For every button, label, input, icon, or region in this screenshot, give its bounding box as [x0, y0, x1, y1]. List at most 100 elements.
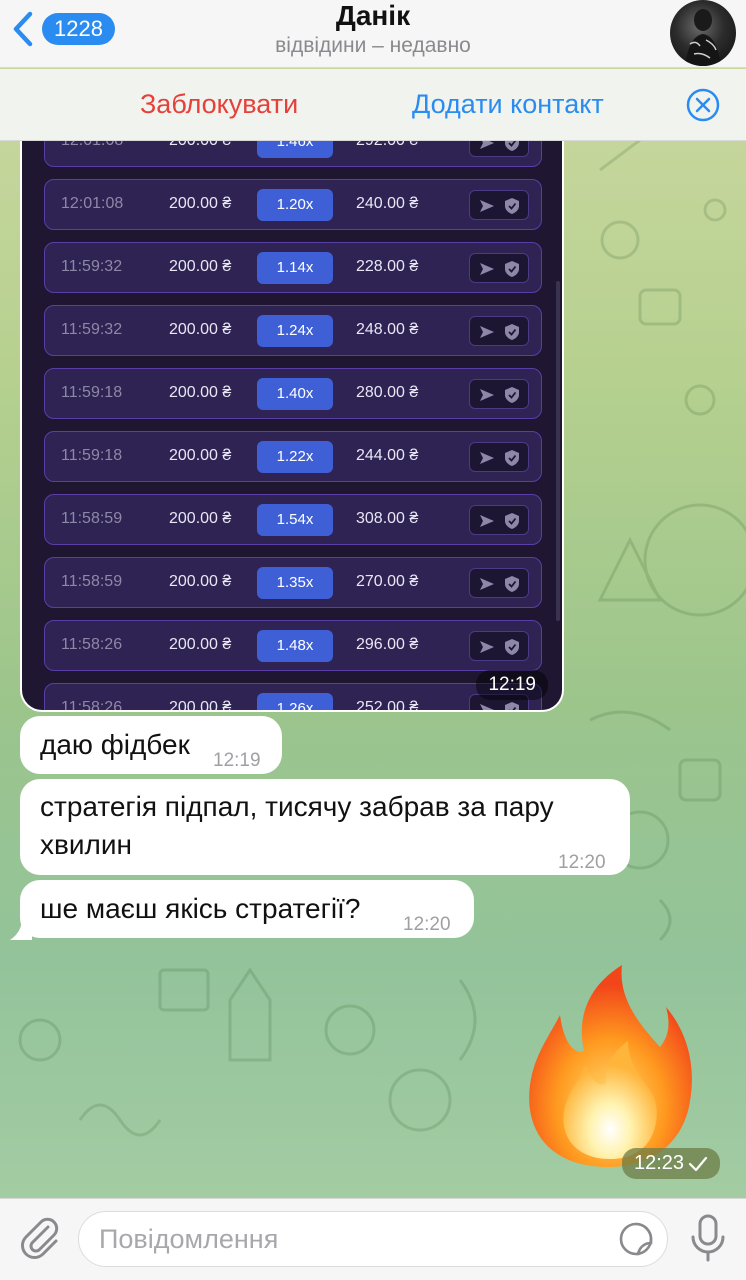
contact-action-bar: Заблокувати Додати контакт: [0, 69, 746, 141]
bet-amount: 200.00 ₴: [169, 195, 232, 212]
shield-icon: [505, 198, 519, 214]
sticker-icon[interactable]: [618, 1221, 654, 1257]
win-amount: 270.00 ₴: [356, 573, 419, 590]
bet-history-row: 12:01:08 200.00 ₴ 1.20x 240.00 ₴: [44, 179, 542, 230]
message-bubble[interactable]: даю фідбек 12:19: [20, 716, 282, 774]
share-arrow-icon: [480, 389, 494, 401]
bet-history-row: 11:59:18 200.00 ₴ 1.22x 244.00 ₴: [44, 431, 542, 482]
contact-status: відвідини – недавно: [275, 34, 471, 57]
bet-multiplier: 1.22x: [257, 441, 333, 473]
win-amount: 308.00 ₴: [356, 510, 419, 527]
bet-amount: 200.00 ₴: [169, 258, 232, 275]
share-arrow-icon: [480, 578, 494, 590]
bet-history-row: 12:01:08 200.00 ₴ 1.46x 292.00 ₴: [44, 141, 542, 167]
bet-amount: 200.00 ₴: [169, 321, 232, 338]
bet-multiplier: 1.40x: [257, 378, 333, 410]
row-actions: [469, 316, 529, 346]
shield-icon: [505, 387, 519, 403]
message-time: 12:19: [213, 750, 261, 771]
bet-time: 12:01:08: [61, 195, 124, 212]
win-amount: 292.00 ₴: [356, 141, 418, 150]
microphone-icon[interactable]: [688, 1213, 728, 1263]
message-text: даю фідбек: [40, 729, 190, 760]
bet-time: 11:59:18: [61, 447, 123, 464]
shield-icon: [505, 639, 519, 655]
share-arrow-icon: [480, 326, 494, 338]
share-arrow-icon: [480, 515, 494, 527]
message-time: 12:23: [634, 1152, 685, 1174]
bet-multiplier: 1.54x: [257, 504, 333, 536]
win-amount: 280.00 ₴: [356, 384, 419, 401]
bet-time: 12:01:08: [61, 141, 123, 150]
share-arrow-icon: [480, 200, 494, 212]
shield-icon: [505, 702, 519, 710]
block-button[interactable]: Заблокувати: [140, 89, 298, 120]
row-actions: [469, 631, 529, 661]
row-actions: [469, 568, 529, 598]
share-arrow-icon: [480, 141, 494, 149]
chat-header: 1228 Данік відвідини – недавно: [0, 0, 746, 68]
shield-icon: [505, 324, 519, 340]
bet-history-row: 11:58:59 200.00 ₴ 1.54x 308.00 ₴: [44, 494, 542, 545]
shield-icon: [505, 513, 519, 529]
bet-multiplier: 1.35x: [257, 567, 333, 599]
share-arrow-icon: [480, 704, 494, 710]
message-time: 12:20: [403, 914, 451, 935]
bet-multiplier: 1.46x: [257, 141, 333, 158]
row-actions: [469, 442, 529, 472]
win-amount: 252.00 ₴: [356, 699, 419, 712]
bet-time: 11:59:32: [61, 258, 123, 275]
row-actions: [469, 253, 529, 283]
image-message[interactable]: 12:01:08 200.00 ₴ 1.46x 292.00 ₴ 12:01:08 200…: [20, 141, 564, 712]
bet-amount: 200.00 ₴: [169, 141, 231, 150]
bet-history-row: 11:59:32 200.00 ₴ 1.14x 228.00 ₴: [44, 242, 542, 293]
message-input[interactable]: [78, 1211, 668, 1267]
row-actions: [469, 141, 529, 157]
win-amount: 228.00 ₴: [356, 258, 419, 275]
row-actions: [469, 505, 529, 535]
bet-amount: 200.00 ₴: [169, 699, 232, 712]
bet-history-row: 11:58:26 200.00 ₴ 1.26x 252.00 ₴: [44, 683, 542, 712]
bet-time: 11:58:26: [61, 699, 123, 712]
scrollbar: [556, 281, 560, 621]
bet-multiplier: 1.14x: [257, 252, 333, 284]
bet-amount: 200.00 ₴: [169, 510, 232, 527]
share-arrow-icon: [480, 263, 494, 275]
win-amount: 296.00 ₴: [356, 636, 419, 653]
win-amount: 248.00 ₴: [356, 321, 419, 338]
bet-time: 11:59:32: [61, 321, 123, 338]
shield-icon: [505, 576, 519, 592]
shield-icon: [505, 450, 519, 466]
paperclip-icon[interactable]: [18, 1215, 62, 1261]
bet-amount: 200.00 ₴: [169, 384, 232, 401]
message-bubble[interactable]: стратегія підпал, тисячу забрав за пару …: [20, 779, 630, 875]
fire-sticker[interactable]: [520, 955, 696, 1170]
message-text: стратегія підпал, тисячу забрав за пару …: [40, 791, 554, 860]
bet-multiplier: 1.24x: [257, 315, 333, 347]
avatar[interactable]: [670, 0, 736, 66]
message-time: 12:19: [476, 670, 548, 700]
bet-time: 11:58:59: [61, 573, 123, 590]
bet-amount: 200.00 ₴: [169, 636, 232, 653]
bet-amount: 200.00 ₴: [169, 447, 232, 464]
shield-icon: [505, 261, 519, 277]
close-icon[interactable]: [686, 88, 720, 122]
bet-time: 11:58:26: [61, 636, 123, 653]
bet-multiplier: 1.20x: [257, 189, 333, 221]
shield-icon: [505, 141, 519, 151]
contact-name[interactable]: Данік: [0, 0, 746, 32]
bet-amount: 200.00 ₴: [169, 573, 232, 590]
bet-history-row: 11:59:32 200.00 ₴ 1.24x 248.00 ₴: [44, 305, 542, 356]
share-arrow-icon: [480, 452, 494, 464]
bubble-tail: [10, 918, 32, 940]
sticker-time-badge: 12:23: [622, 1148, 721, 1179]
share-arrow-icon: [480, 641, 494, 653]
message-text: ше маєш якісь стратегії?: [40, 893, 361, 924]
message-bubble[interactable]: ше маєш якісь стратегії? 12:20: [20, 880, 474, 938]
add-contact-button[interactable]: Додати контакт: [412, 89, 604, 120]
message-input-bar: [0, 1198, 746, 1280]
bet-multiplier: 1.48x: [257, 630, 333, 662]
row-actions: [469, 379, 529, 409]
bet-multiplier: 1.26x: [257, 693, 333, 710]
check-icon: [688, 1156, 708, 1171]
